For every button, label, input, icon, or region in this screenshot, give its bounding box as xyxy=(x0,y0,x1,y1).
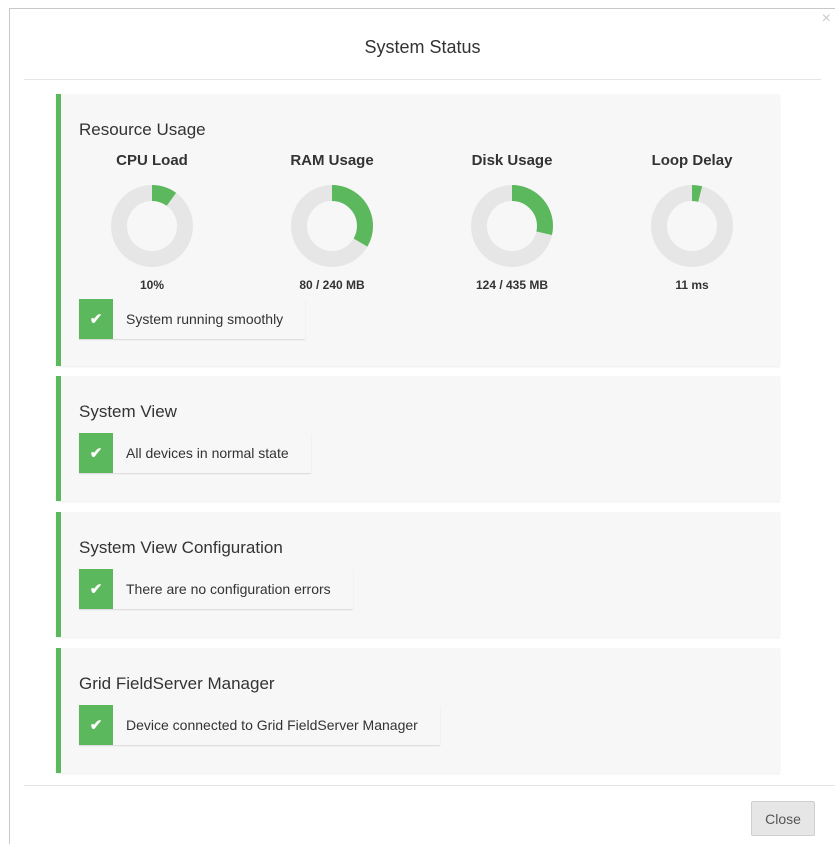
modal-header: System Status xyxy=(24,9,821,80)
gauge-label: Loop Delay xyxy=(651,152,733,169)
system-view-configuration-card: System View Configuration ✔ There are no… xyxy=(56,512,780,637)
status-message: ✔ There are no configuration errors xyxy=(79,569,353,609)
resource-usage-card: Resource Usage CPU Load 10% RAM Usage 80… xyxy=(56,94,780,366)
status-text: System running smoothly xyxy=(126,311,284,327)
card-title: System View Configuration xyxy=(79,538,283,557)
gauges-row: CPU Load 10% RAM Usage 80 / 240 MB Disk … xyxy=(61,152,780,292)
grid-fieldserver-manager-card: Grid FieldServer Manager ✔ Device connec… xyxy=(56,648,780,773)
card-title: Resource Usage xyxy=(79,120,206,139)
gauge-value: 124 / 435 MB xyxy=(475,278,549,292)
donut-chart xyxy=(111,185,193,267)
gauge-disk-usage: Disk Usage 124 / 435 MB xyxy=(452,152,572,292)
status-text: Device connected to Grid FieldServer Man… xyxy=(126,717,418,733)
card-title: Grid FieldServer Manager xyxy=(79,674,275,693)
system-status-modal: × System Status Resource Usage CPU Load … xyxy=(9,8,835,844)
card-title: System View xyxy=(79,402,177,421)
gauge-label: RAM Usage xyxy=(290,152,374,169)
check-icon: ✔ xyxy=(79,299,113,339)
close-icon[interactable]: × xyxy=(822,11,831,27)
donut-chart xyxy=(291,185,373,267)
gauge-cpu-load: CPU Load 10% xyxy=(92,152,212,292)
check-icon: ✔ xyxy=(79,433,113,473)
gauge-loop-delay: Loop Delay 11 ms xyxy=(632,152,752,292)
check-icon: ✔ xyxy=(79,705,113,745)
donut-track xyxy=(651,185,733,267)
close-button[interactable]: Close xyxy=(751,801,815,836)
gauge-label: CPU Load xyxy=(116,152,188,169)
donut-track xyxy=(111,185,193,267)
modal-title: System Status xyxy=(364,36,481,57)
gauge-ram-usage: RAM Usage 80 / 240 MB xyxy=(272,152,392,292)
status-message: ✔ Device connected to Grid FieldServer M… xyxy=(79,705,440,745)
status-message: ✔ All devices in normal state xyxy=(79,433,311,473)
gauge-value: 10% xyxy=(139,278,165,292)
status-text: All devices in normal state xyxy=(126,445,289,461)
gauge-value: 80 / 240 MB xyxy=(299,278,365,292)
system-view-card: System View ✔ All devices in normal stat… xyxy=(56,376,780,501)
status-text: There are no configuration errors xyxy=(126,581,331,597)
donut-chart xyxy=(471,185,553,267)
check-icon: ✔ xyxy=(79,569,113,609)
gauge-label: Disk Usage xyxy=(471,152,553,169)
status-message: ✔ System running smoothly xyxy=(79,299,306,339)
modal-footer: Close xyxy=(24,785,835,846)
donut-chart xyxy=(651,185,733,267)
gauge-value: 11 ms xyxy=(675,278,709,292)
